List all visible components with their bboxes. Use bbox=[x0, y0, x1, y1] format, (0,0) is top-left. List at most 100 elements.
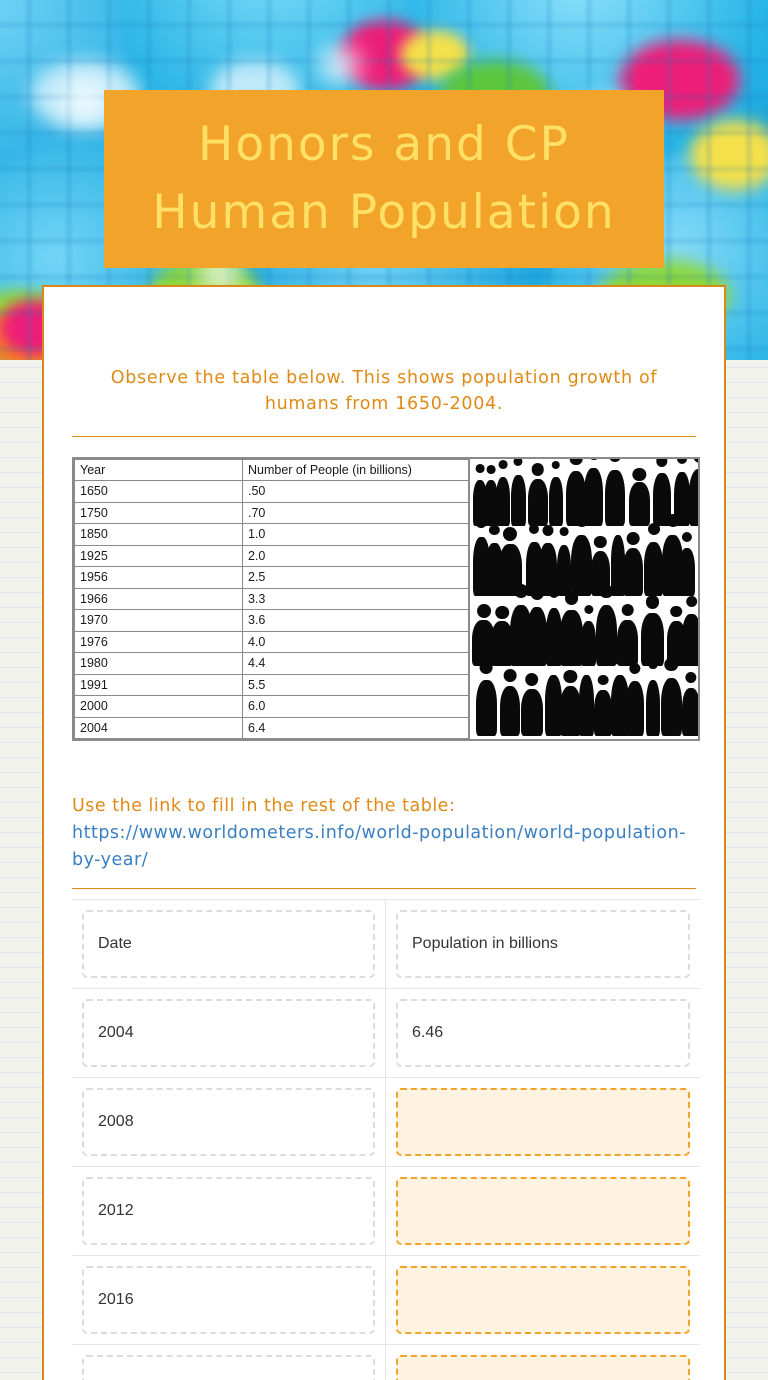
legacy-value: 1.0 bbox=[242, 523, 469, 546]
grid-cell-population bbox=[386, 1078, 700, 1167]
grid-population-2004: 6.46 bbox=[396, 999, 690, 1068]
legacy-value: 5.5 bbox=[242, 673, 469, 696]
legacy-value: 6.4 bbox=[242, 716, 469, 739]
grid-cell-date: 2012 bbox=[72, 1167, 386, 1256]
grid-cell-date: 2008 bbox=[72, 1078, 386, 1167]
divider-top bbox=[72, 435, 696, 437]
grid-cell-population: 6.46 bbox=[386, 989, 700, 1078]
person-silhouette-icon bbox=[678, 548, 696, 596]
intro-instruction: Observe the table below. This shows popu… bbox=[110, 368, 658, 415]
person-silhouette-icon bbox=[495, 476, 511, 526]
table-row: 2020 bbox=[72, 1345, 700, 1380]
legacy-value: 6.0 bbox=[242, 695, 469, 718]
answer-grid: Date Population in billions 2004 6.46 20… bbox=[72, 899, 700, 1380]
legacy-year: 1750 bbox=[74, 501, 243, 524]
person-silhouette-icon bbox=[689, 469, 698, 526]
person-silhouette-icon bbox=[660, 677, 683, 737]
legacy-year: 1956 bbox=[74, 566, 243, 589]
legacy-value: .70 bbox=[242, 501, 469, 524]
legacy-value: 3.3 bbox=[242, 587, 469, 610]
grid-cell-date: 2020 bbox=[72, 1345, 386, 1380]
grid-date-2012: 2012 bbox=[82, 1177, 375, 1246]
table-row: 1976 4.0 bbox=[74, 630, 469, 653]
person-silhouette-icon bbox=[682, 613, 698, 667]
legacy-year: 1980 bbox=[74, 652, 243, 675]
grid-cell-date: 2016 bbox=[72, 1256, 386, 1345]
table-row: 1966 3.3 bbox=[74, 587, 469, 610]
person-silhouette-icon bbox=[628, 482, 651, 526]
crowd-row bbox=[470, 669, 698, 739]
legacy-year: 1970 bbox=[74, 609, 243, 632]
answer-input-2016[interactable] bbox=[396, 1266, 690, 1335]
person-silhouette-icon bbox=[681, 688, 698, 737]
legacy-year: 2000 bbox=[74, 695, 243, 718]
grid-cell-population bbox=[386, 1345, 700, 1380]
legacy-year: 1925 bbox=[74, 544, 243, 567]
worksheet-page: Honors and CP Human Population Observe t… bbox=[0, 0, 768, 1380]
legacy-population-table-block: Year Number of People (in billions) 1650… bbox=[72, 456, 700, 741]
legacy-year: 1650 bbox=[74, 480, 243, 503]
link-instruction: Use the link to fill in the rest of the … bbox=[72, 796, 456, 816]
grid-cell-date-header: Date bbox=[72, 900, 386, 989]
legacy-year: 1991 bbox=[74, 673, 243, 696]
crowd-row bbox=[470, 529, 698, 599]
person-silhouette-icon bbox=[527, 607, 548, 667]
person-silhouette-icon bbox=[549, 477, 563, 526]
grid-header-population: Population in billions bbox=[396, 910, 690, 979]
legacy-value: 2.0 bbox=[242, 544, 469, 567]
table-row: 2008 bbox=[72, 1078, 700, 1168]
person-silhouette-icon bbox=[556, 544, 571, 596]
divider-mid bbox=[72, 888, 696, 890]
table-row: 1991 5.5 bbox=[74, 673, 469, 696]
person-silhouette-icon bbox=[560, 609, 583, 667]
worksheet-card: Observe the table below. This shows popu… bbox=[42, 285, 726, 1380]
legacy-value: .50 bbox=[242, 480, 469, 503]
legacy-year: 2004 bbox=[74, 716, 243, 739]
person-silhouette-icon bbox=[559, 686, 582, 737]
table-row: 2012 bbox=[72, 1167, 700, 1257]
legacy-value: 4.4 bbox=[242, 652, 469, 675]
grid-header-date: Date bbox=[82, 910, 375, 979]
answer-grid-header-row: Date Population in billions bbox=[72, 900, 700, 990]
grid-date-2016: 2016 bbox=[82, 1266, 375, 1335]
legacy-year: 1976 bbox=[74, 630, 243, 653]
answer-input-2012[interactable] bbox=[396, 1177, 690, 1246]
grid-date-2004: 2004 bbox=[82, 999, 375, 1068]
person-silhouette-icon bbox=[645, 679, 661, 737]
answer-input-2020[interactable] bbox=[396, 1355, 690, 1380]
page-title-banner: Honors and CP Human Population bbox=[104, 90, 664, 268]
legacy-value: 4.0 bbox=[242, 630, 469, 653]
table-row: 1970 3.6 bbox=[74, 609, 469, 632]
table-row: 1980 4.4 bbox=[74, 652, 469, 675]
page-title-line-2: Human Population bbox=[152, 185, 616, 240]
person-silhouette-icon bbox=[625, 681, 645, 737]
legacy-year: 1850 bbox=[74, 523, 243, 546]
page-title: Honors and CP Human Population bbox=[152, 111, 615, 247]
legacy-year: 1966 bbox=[74, 587, 243, 610]
person-silhouette-icon bbox=[579, 674, 595, 737]
grid-cell-population bbox=[386, 1256, 700, 1345]
person-silhouette-icon bbox=[594, 690, 612, 737]
table-row: 1650.50 bbox=[74, 480, 469, 503]
person-silhouette-icon bbox=[476, 679, 497, 737]
table-row: 1956 2.5 bbox=[74, 566, 469, 589]
page-title-line-1: Honors and CP bbox=[198, 116, 570, 172]
grid-date-2020: 2020 bbox=[82, 1355, 375, 1380]
legacy-population-table: Year Number of People (in billions) 1650… bbox=[74, 458, 469, 740]
answer-input-2008[interactable] bbox=[396, 1088, 690, 1157]
legacy-value: 3.6 bbox=[242, 609, 469, 632]
link-section: Use the link to fill in the rest of the … bbox=[72, 793, 696, 874]
table-row: 2000 6.0 bbox=[74, 695, 469, 718]
table-row: 2004 6.46 bbox=[72, 989, 700, 1079]
worldometers-link[interactable]: https://www.worldometers.info/world-popu… bbox=[72, 820, 696, 874]
person-silhouette-icon bbox=[641, 613, 664, 667]
person-silhouette-icon bbox=[570, 534, 593, 596]
table-row: 1925 2.0 bbox=[74, 544, 469, 567]
table-row: 2016 bbox=[72, 1256, 700, 1346]
grid-date-2008: 2008 bbox=[82, 1088, 375, 1157]
person-silhouette-icon bbox=[527, 478, 548, 526]
person-silhouette-icon bbox=[644, 541, 664, 596]
legacy-table-header-row: Year Number of People (in billions) bbox=[74, 458, 469, 481]
person-silhouette-icon bbox=[499, 686, 521, 737]
legacy-col-year: Year bbox=[74, 458, 243, 481]
